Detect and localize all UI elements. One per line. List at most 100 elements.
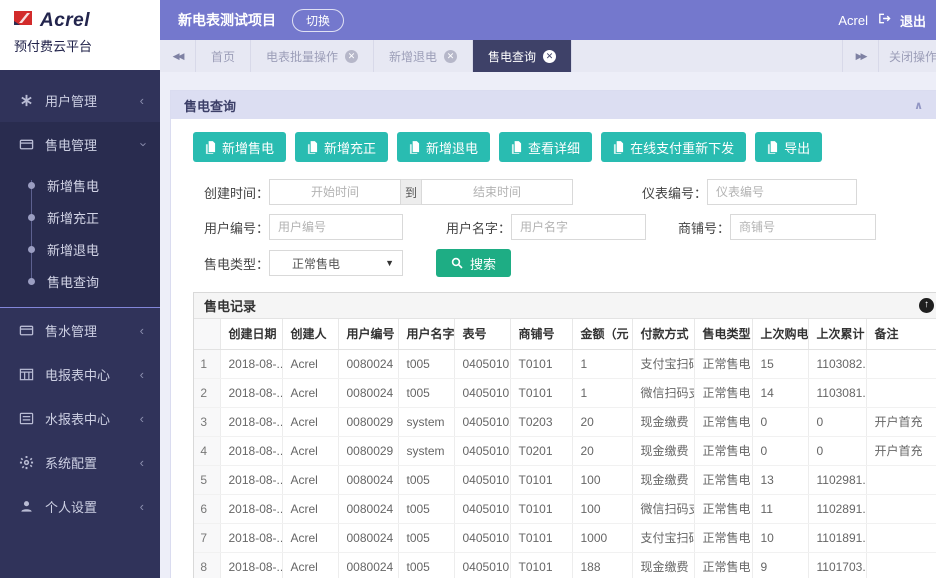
meter-no-input[interactable] (707, 179, 857, 205)
new-sale-button[interactable]: 新增售电 (193, 132, 286, 162)
sale-records-panel: 售电记录 ↑ 创建日 (193, 292, 936, 578)
table-cell: 100 (572, 494, 632, 523)
table-cell: 2018-08-.. (220, 378, 282, 407)
sidebar-item-sale-management[interactable]: 售电管理 ‹ (0, 122, 160, 166)
tab-close-icon[interactable]: ✕ (345, 50, 358, 63)
table-cell: system (398, 407, 454, 436)
table-cell: 9 (752, 552, 808, 578)
tab-home[interactable]: 首页 (196, 40, 251, 72)
tab-new-refund[interactable]: 新增退电✕ (374, 40, 473, 72)
table-row[interactable]: 52018-08-..Acrel0080024t00504050101T0101… (194, 465, 936, 494)
close-operations-dropdown[interactable]: 关闭操作 (878, 40, 936, 72)
new-refund-button[interactable]: 新增退电 (397, 132, 490, 162)
switch-project-button[interactable]: 切换 (292, 9, 344, 32)
logout-icon[interactable] (877, 12, 891, 28)
table-row[interactable]: 72018-08-..Acrel0080024t00504050101T0101… (194, 523, 936, 552)
table-cell: 微信扫码支付 (632, 378, 694, 407)
tab-label: 电表批量操作 (266, 48, 338, 65)
table-cell: 1103082.. (808, 349, 866, 378)
scroll-top-icon[interactable]: ↑ (919, 298, 934, 313)
sidebar-subitem-new-sale[interactable]: 新增售电 (0, 169, 160, 201)
sales-table-body: 12018-08-..Acrel0080024t00504050101T0101… (194, 349, 936, 578)
table-cell: 正常售电 (694, 436, 752, 465)
table-cell: Acrel (282, 378, 338, 407)
to-label: 到 (401, 179, 421, 205)
tab-meter-batch-operation[interactable]: 电表批量操作 ✕ (251, 40, 374, 72)
user-no-input[interactable] (269, 214, 403, 240)
table-cell (866, 349, 936, 378)
sidebar-subitem-new-correction[interactable]: 新增充正 (0, 201, 160, 233)
table-cell: T0101 (510, 349, 572, 378)
table-row[interactable]: 82018-08-..Acrel0080024t00504050101T0101… (194, 552, 936, 578)
chevron-down-icon: ‹ (135, 142, 148, 146)
chevron-left-icon: ‹ (140, 324, 144, 337)
online-pay-resend-button[interactable]: 在线支付重新下发 (601, 132, 746, 162)
current-username[interactable]: Acrel (838, 13, 868, 28)
table-cell: 正常售电 (694, 378, 752, 407)
button-label: 在线支付重新下发 (630, 138, 734, 157)
sidebar-item-electric-report-center[interactable]: 电报表中心 ‹ (0, 352, 160, 396)
table-cell: 0080024 (338, 552, 398, 578)
table-cell: 1102891.. (808, 494, 866, 523)
bullet-icon (28, 278, 35, 285)
table-cell: Acrel (282, 523, 338, 552)
column-header-payment-method: 付款方式 (632, 319, 694, 349)
table-row[interactable]: 42018-08-..Acrel0080029system04050102T02… (194, 436, 936, 465)
sidebar-item-label: 水报表中心 (45, 409, 110, 428)
new-correction-button[interactable]: 新增充正 (295, 132, 388, 162)
sidebar-item-label: 个人设置 (45, 497, 97, 516)
sidebar-subitem-label: 新增售电 (47, 176, 99, 195)
user-name-input[interactable] (511, 214, 646, 240)
sidebar-subitem-sale-query[interactable]: 售电查询 (0, 265, 160, 297)
tabs-scroll-right-button[interactable]: ▶▶ (842, 40, 878, 72)
view-detail-button[interactable]: 查看详细 (499, 132, 592, 162)
tab-bar: ◀◀ 首页 电表批量操作 ✕ 新增退电✕ 售电查询 ✕ ▶▶ 关闭操作 (160, 40, 936, 72)
tab-close-icon[interactable]: ✕ (444, 50, 457, 63)
export-button[interactable]: 导出 (755, 132, 822, 162)
table-cell: 正常售电 (694, 494, 752, 523)
table-row[interactable]: 22018-08-..Acrel0080024t00504050101T0101… (194, 378, 936, 407)
table-cell: Acrel (282, 349, 338, 378)
table-row[interactable]: 32018-08-..Acrel0080029system04050102T02… (194, 407, 936, 436)
panel-collapse-icon[interactable]: ∧ (914, 99, 923, 112)
sidebar-item-water-sale-management[interactable]: 售水管理 ‹ (0, 308, 160, 352)
sidebar-item-system-config[interactable]: 系统配置 ‹ (0, 440, 160, 484)
end-time-input[interactable] (421, 179, 573, 205)
list-icon (18, 410, 34, 426)
sidebar-item-user-management[interactable]: 用户管理 ‹ (0, 78, 160, 122)
records-header: 售电记录 ↑ (194, 293, 936, 319)
sidebar-item-label: 用户管理 (45, 91, 97, 110)
shop-no-label: 商铺号： (668, 218, 730, 237)
tab-sale-query[interactable]: 售电查询 ✕ (473, 40, 572, 72)
tabs-scroll-left-button[interactable]: ◀◀ (160, 40, 196, 72)
table-cell: 0 (808, 407, 866, 436)
table-cell: 04050101 (454, 552, 510, 578)
table-row[interactable]: 12018-08-..Acrel0080024t00504050101T0101… (194, 349, 936, 378)
bullet-icon (28, 246, 35, 253)
table-row[interactable]: 62018-08-..Acrel0080024t00504050101T0101… (194, 494, 936, 523)
panel-body: 新增售电 新增充正 新增退电 查看详细 (171, 119, 936, 578)
chevron-left-icon: ‹ (140, 368, 144, 381)
table-cell: 0080024 (338, 494, 398, 523)
sidebar-item-water-report-center[interactable]: 水报表中心 ‹ (0, 396, 160, 440)
table-cell: Acrel (282, 552, 338, 578)
table-cell: t005 (398, 523, 454, 552)
tab-label: 售电查询 (488, 48, 536, 65)
shop-no-input[interactable] (730, 214, 876, 240)
create-time-label: 创建时间： (193, 183, 269, 202)
column-header-remark: 备注 (866, 319, 936, 349)
sale-type-select[interactable]: 正常售电 ▼ (269, 250, 403, 276)
table-cell: 0 (752, 436, 808, 465)
row-index: 7 (194, 523, 220, 552)
sidebar-subitem-new-refund[interactable]: 新增退电 (0, 233, 160, 265)
main-area: 新电表测试项目 切换 Acrel 退出 ◀◀ 首页 电表批量操作✕ 新增退电✕ … (160, 0, 936, 578)
chevron-left-icon: ‹ (140, 412, 144, 425)
search-button[interactable]: 搜索 (436, 249, 511, 277)
column-header-meter-no: 表号 (454, 319, 510, 349)
sidebar-item-personal-settings[interactable]: 个人设置 ‹ (0, 484, 160, 528)
start-time-input[interactable] (269, 179, 401, 205)
logout-button[interactable]: 退出 (900, 11, 926, 30)
sale-query-panel: 售电查询 ∧ 新增售电 新增充正 (170, 90, 936, 578)
acrel-logo-icon (12, 9, 35, 32)
tab-close-icon[interactable]: ✕ (543, 50, 556, 63)
